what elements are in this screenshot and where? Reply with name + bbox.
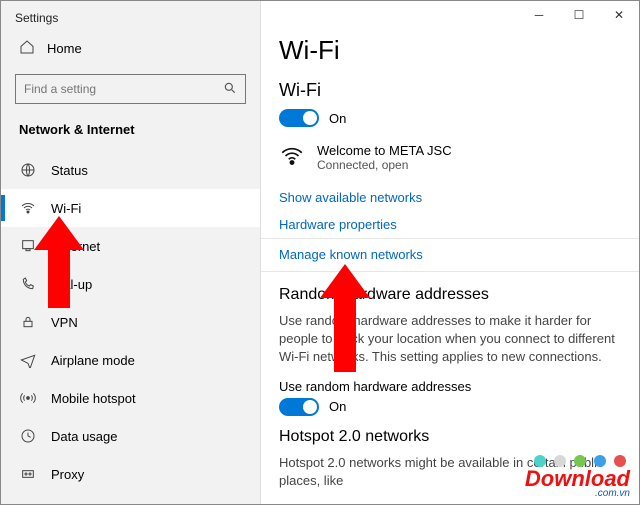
- wifi-connected-icon: [279, 143, 307, 174]
- nav-label: Ethernet: [51, 239, 100, 254]
- random-body: Use random hardware addresses to make it…: [279, 312, 621, 367]
- wifi-toggle[interactable]: [279, 109, 319, 127]
- minimize-button[interactable]: ─: [519, 1, 559, 29]
- nav-label: Status: [51, 163, 88, 178]
- watermark: Download .com.vn: [525, 466, 630, 499]
- random-heading: Random hardware addresses: [279, 286, 621, 304]
- nav-label: VPN: [51, 315, 78, 330]
- random-toggle-label: On: [329, 399, 346, 414]
- nav-label: Airplane mode: [51, 353, 135, 368]
- connected-network[interactable]: Welcome to META JSC Connected, open: [279, 139, 621, 184]
- sidebar-item-hotspot[interactable]: Mobile hotspot: [1, 379, 260, 417]
- window-title: Settings: [1, 1, 260, 31]
- sidebar-item-ethernet[interactable]: Ethernet: [1, 227, 260, 265]
- maximize-button[interactable]: ☐: [559, 1, 599, 29]
- random-toggle[interactable]: [279, 398, 319, 416]
- sidebar: Settings Home Network & Internet Status …: [1, 1, 261, 504]
- link-show-networks[interactable]: Show available networks: [279, 184, 621, 211]
- wifi-toggle-label: On: [329, 111, 346, 126]
- nav-label: Proxy: [51, 467, 84, 482]
- sidebar-item-wifi[interactable]: Wi-Fi: [1, 189, 260, 227]
- link-manage-networks[interactable]: Manage known networks: [279, 247, 423, 262]
- airplane-icon: [19, 351, 37, 369]
- vpn-icon: [19, 313, 37, 331]
- hotspot-icon: [19, 389, 37, 407]
- sidebar-item-data[interactable]: Data usage: [1, 417, 260, 455]
- nav-label: Wi-Fi: [51, 201, 81, 216]
- sidebar-home[interactable]: Home: [1, 31, 260, 66]
- main-content: ─ ☐ ✕ Wi-Fi Wi-Fi On Welcome to META JSC…: [261, 1, 639, 504]
- wifi-section-title: Wi-Fi: [279, 80, 621, 101]
- search-icon: [223, 81, 237, 98]
- close-button[interactable]: ✕: [599, 1, 639, 29]
- sidebar-category: Network & Internet: [1, 116, 260, 151]
- hotspot-heading: Hotspot 2.0 networks: [279, 428, 621, 446]
- sidebar-item-dialup[interactable]: Dial-up: [1, 265, 260, 303]
- page-title: Wi-Fi: [279, 35, 621, 66]
- network-name: Welcome to META JSC: [317, 143, 452, 158]
- link-hardware-properties[interactable]: Hardware properties: [279, 211, 621, 238]
- sidebar-home-label: Home: [47, 41, 82, 56]
- search-input-wrap[interactable]: [15, 74, 246, 104]
- sidebar-item-airplane[interactable]: Airplane mode: [1, 341, 260, 379]
- search-input[interactable]: [24, 82, 223, 96]
- nav-label: Dial-up: [51, 277, 92, 292]
- dialup-icon: [19, 275, 37, 293]
- sidebar-item-proxy[interactable]: Proxy: [1, 455, 260, 493]
- proxy-icon: [19, 465, 37, 483]
- window-controls: ─ ☐ ✕: [519, 1, 639, 29]
- sidebar-item-vpn[interactable]: VPN: [1, 303, 260, 341]
- home-icon: [19, 39, 35, 58]
- data-icon: [19, 427, 37, 445]
- network-status: Connected, open: [317, 158, 452, 172]
- wm-a: Down: [525, 466, 585, 491]
- nav-label: Mobile hotspot: [51, 391, 136, 406]
- wifi-icon: [19, 199, 37, 217]
- globe-icon: [19, 161, 37, 179]
- sidebar-item-status[interactable]: Status: [1, 151, 260, 189]
- nav-label: Data usage: [51, 429, 118, 444]
- random-label: Use random hardware addresses: [279, 379, 621, 394]
- ethernet-icon: [19, 237, 37, 255]
